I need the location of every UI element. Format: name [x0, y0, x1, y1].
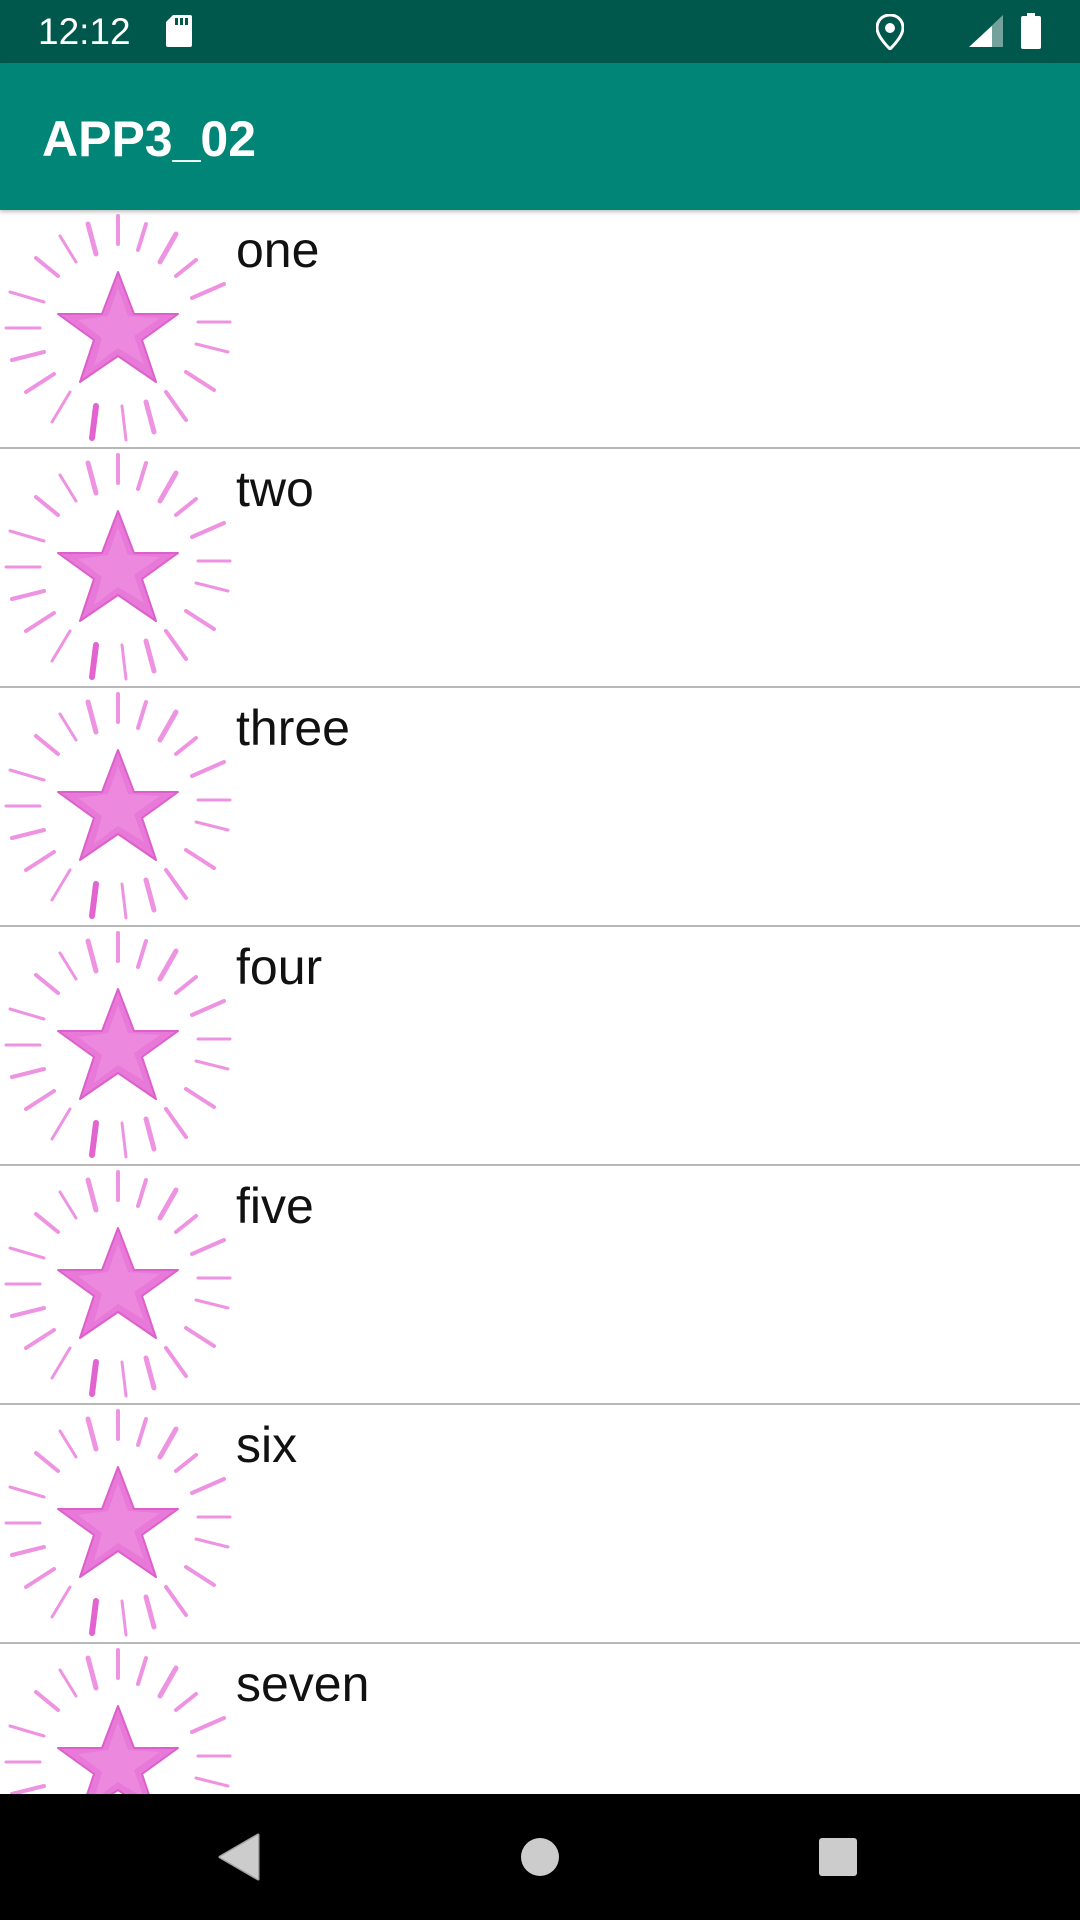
- pink-star-icon: [0, 1644, 236, 1794]
- item-label: five: [236, 1178, 314, 1234]
- item-label: three: [236, 700, 350, 756]
- app-title: APP3_02: [42, 111, 257, 167]
- pink-star-icon: [0, 1166, 236, 1402]
- back-icon[interactable]: [204, 1821, 276, 1893]
- item-label: four: [236, 939, 323, 995]
- location-icon: [876, 14, 904, 50]
- list-item[interactable]: seven: [0, 1644, 1080, 1794]
- list-item[interactable]: three: [0, 688, 1080, 927]
- item-list[interactable]: one two three four five six seven: [0, 210, 1080, 1794]
- navigation-bar: [0, 1794, 1080, 1920]
- list-item[interactable]: two: [0, 449, 1080, 688]
- item-label: two: [236, 461, 314, 517]
- sd-card-icon: [166, 15, 192, 47]
- list-item[interactable]: five: [0, 1166, 1080, 1405]
- recents-icon[interactable]: [802, 1821, 874, 1893]
- pink-star-icon: [0, 210, 236, 446]
- pink-star-icon: [0, 449, 236, 685]
- list-item[interactable]: one: [0, 210, 1080, 449]
- list-item[interactable]: four: [0, 927, 1080, 1166]
- battery-icon: [1021, 13, 1041, 49]
- app-bar: APP3_02: [0, 63, 1080, 210]
- home-icon[interactable]: [504, 1821, 576, 1893]
- pink-star-icon: [0, 1405, 236, 1641]
- list-item[interactable]: six: [0, 1405, 1080, 1644]
- item-label: seven: [236, 1656, 370, 1712]
- status-time: 12:12: [38, 11, 131, 52]
- pink-star-icon: [0, 927, 236, 1163]
- pink-star-icon: [0, 688, 236, 924]
- item-label: six: [236, 1417, 298, 1473]
- status-bar: 12:12: [0, 0, 1080, 63]
- signal-icon: [969, 15, 1003, 47]
- item-label: one: [236, 222, 320, 278]
